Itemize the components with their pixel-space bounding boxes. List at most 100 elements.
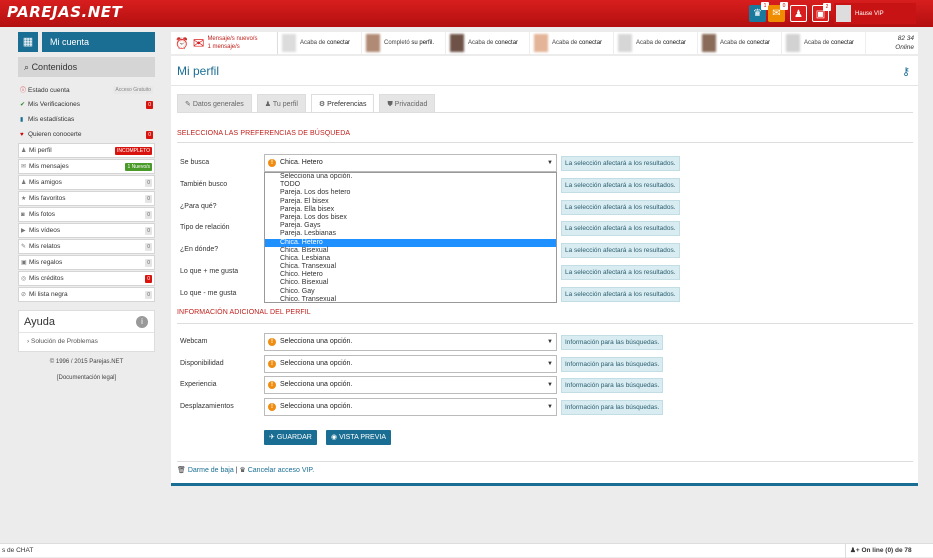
save-button[interactable]: ✈ GUARDAR [264,430,317,445]
ayuda-link[interactable]: › Solución de Problemas [19,333,154,345]
select-field[interactable]: ! Selecciona una opción. ▼ [264,397,557,416]
sidebar-item-left: ✔ Mis Verificaciones [20,101,80,108]
sidebar-item[interactable]: ▮ Mis estadísticas [18,112,155,127]
tab-privacidad[interactable]: ⛊ Privacidad [379,94,436,113]
activity-item[interactable]: Acaba de conectar [446,32,530,54]
select-field[interactable]: ! Selecciona una opción. ▼ [264,333,557,351]
dropdown-option[interactable]: Pareja. Ella bisex [265,206,556,214]
msg-line2: 1 mensaje/s [207,44,240,50]
sidebar-item[interactable]: ◎ Mis créditos 0 [18,271,155,286]
gifts-icon[interactable]: ▣ 2 [812,3,831,22]
sidebar-item-label: Mis favoritos [29,195,66,203]
sidebar-item[interactable]: ⓘ Estado cuenta Acceso Gratuito [18,82,155,97]
user-thumbnail [702,34,716,52]
activity-item[interactable]: Acaba de conectar [530,32,614,54]
new-messages-notice[interactable]: ⏰ ✉ Mensaje/s nuevo/s 1 mensaje/s [171,32,278,54]
friends-icon[interactable]: ♟ [790,5,807,22]
activity-item[interactable]: Completó su perfil. [362,32,446,54]
sidebar-item[interactable]: ✉ Mis mensajes 1 Nuevo/s [18,159,155,174]
dropdown-option[interactable]: Chica. Bisexual [265,247,556,255]
search-icon: ⌕ [24,62,30,72]
sidebar-item[interactable]: ♥ Quieren conocerte 0 [18,127,155,142]
activity-item[interactable]: Acaba de conectar [614,32,698,54]
sidebar-item[interactable]: ▶ Mis vídeos 0 [18,223,155,238]
select-field[interactable]: ! Chica. Hetero ▼ [264,154,557,172]
activity-item[interactable]: Acaba de conectar [782,32,866,54]
sidebar-item-left: ▮ Mis estadísticas [20,116,74,123]
dropdown-option[interactable]: Chica. Transexual [265,263,556,271]
mi-cuenta-button[interactable]: Mi cuenta [42,32,155,52]
form-row: Webcam! Selecciona una opción. ▼ Informació… [180,333,910,353]
caret-down-icon: ▼ [547,382,553,389]
dropdown-option[interactable]: Pareja. Gays [265,222,556,230]
vip-trophy-icon[interactable]: ♛ 1 [749,2,769,22]
dropdown-option[interactable]: Pareja. Los dos bisex [265,214,556,222]
user-thumbnail [366,34,380,52]
preview-button[interactable]: ◉ VISTA PREVIA [326,430,392,445]
chat-label[interactable]: s de CHAT [2,547,33,554]
alarm-clock-icon: ⏰ [175,37,189,50]
activity-item[interactable]: Acaba de conectar [278,32,362,54]
field-label: Lo que + me gusta [180,268,239,275]
dropdown-option[interactable]: Chico. Transexual [265,296,556,302]
dropdown-option[interactable]: Selecciona una opción. [265,173,556,181]
warning-icon: ! [268,159,276,167]
dropdown-option[interactable]: TODO [265,181,556,189]
se-busca-dropdown-list[interactable]: Selecciona una opción. TODO Pareja. Los do… [264,172,557,303]
tab-preferencias[interactable]: ⚙ Preferencias [310,94,375,113]
section-title-preferences: Selecciona las preferencias de búsqueda [177,130,351,137]
dropdown-option[interactable]: Pareja. Los dos hetero [265,189,556,197]
ayuda-link-label: Solución de Problemas [30,337,98,345]
contenidos-button[interactable]: ⌕ Contenidos [18,57,155,77]
activity-action: conectar [831,40,855,46]
tab-datos-generales[interactable]: ✎ Datos generales [177,94,252,113]
caret-down-icon: ▼ [547,403,553,410]
sidebar-item-badge: 0 [145,274,152,283]
doc-legal-link[interactable]: [Documentación legal] [18,375,155,381]
sidebar-item[interactable]: ♟ Mi perfil INCOMPLETO [18,143,155,158]
heart-icon: ♥ [20,132,24,138]
darme-baja-link[interactable]: Darme de baja [188,467,234,474]
sidebar-item[interactable]: ✎ Mis relatos 0 [18,239,155,254]
sidebar-item[interactable]: ▣ Mis regalos 0 [18,255,155,270]
sidebar-item[interactable]: ★ Mis favoritos 0 [18,191,155,206]
info-hint: La selección afectará a los resultados. [561,286,680,302]
grid-menu-icon[interactable]: ▦ [18,32,38,52]
sidebar-item[interactable]: ♟ Mis amigos 0 [18,175,155,190]
divider [177,112,913,113]
select-field[interactable]: ! Selecciona una opción. ▼ [264,376,557,395]
field-label: Experiencia [180,381,217,389]
dropdown-option[interactable]: Chico. Bisexual [265,279,556,287]
dropdown-option[interactable]: Chico. Gay [265,288,556,296]
sidebar-item[interactable]: ⊘ Mi lista negra 0 [18,287,155,302]
dropdown-option[interactable]: Chico. Hetero [265,271,556,279]
key-icon[interactable]: ⚷ [902,65,910,78]
info-icon[interactable]: i [136,315,148,328]
activity-item[interactable]: Acaba de conectar [698,32,782,54]
user-thumbnail [534,34,548,52]
dropdown-option[interactable]: Chica. Lesbiana [265,255,556,263]
dropdown-option[interactable]: Pareja. Lesbianas [265,230,556,238]
top-bar: PAREJAS.NET ♛ 1 ✉ 0 ♟ ▣ 2 Hause VIP [0,0,933,27]
field-label: Lo que - me gusta [180,289,237,297]
online-counter: 82 34 Online [895,34,914,52]
sidebar-item[interactable]: ◙ Mis fotos 0 [18,207,155,222]
dropdown-option[interactable]: Chica. Hetero [265,238,556,247]
user-menu[interactable]: Hause VIP [834,3,916,24]
sidebar-item-label: Mis amigos [29,179,62,187]
warning-icon: ! [268,359,276,368]
select-field[interactable]: ! Selecciona una opción. ▼ [264,354,557,373]
sidebar-item-left: ◙ Mis fotos [21,211,55,218]
pencil-icon: ✎ [21,244,27,251]
cancelar-vip-link[interactable]: Cancelar acceso VIP. [248,467,314,474]
online-users-button[interactable]: ♟+ On line (0) de 78 [845,544,912,558]
tab-tu-perfil[interactable]: ♟ Tu perfil [256,94,306,113]
select-value: Chica. Hetero [280,159,323,166]
sidebar-item[interactable]: ✔ Mis Verificaciones 0 [18,97,155,112]
ayuda-box: Ayuda i › Solución de Problemas [18,309,155,352]
messages-icon[interactable]: ✉ 0 [768,2,788,22]
dropdown-option[interactable]: Pareja. El bisex [265,198,556,206]
site-logo[interactable]: PAREJAS.NET [7,3,122,21]
divider [177,323,913,324]
sidebar-item-label: Quieren conocerte [28,131,82,138]
